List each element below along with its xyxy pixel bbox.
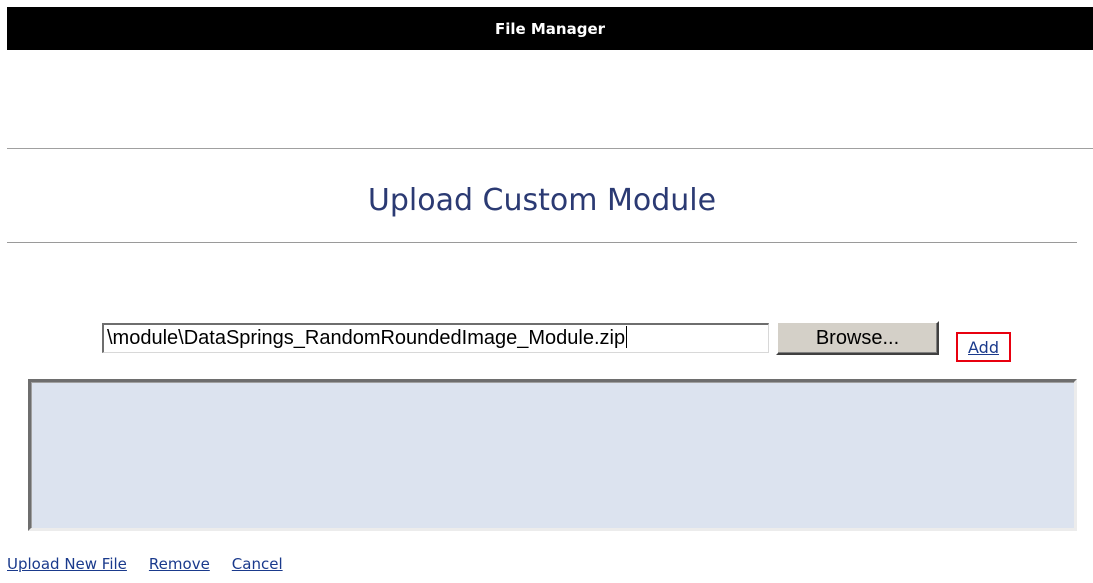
- file-path-value: \module\DataSprings_RandomRoundedImage_M…: [107, 327, 626, 349]
- section-title: Upload Custom Module: [367, 183, 717, 218]
- window-title-bar: File Manager: [7, 7, 1093, 50]
- remove-link[interactable]: Remove: [149, 555, 210, 577]
- text-caret: [626, 326, 628, 348]
- uploaded-files-list[interactable]: [28, 379, 1077, 531]
- section-divider: [7, 242, 1077, 243]
- add-link[interactable]: Add: [956, 332, 1011, 362]
- window-title: File Manager: [494, 19, 606, 38]
- file-path-input[interactable]: \module\DataSprings_RandomRoundedImage_M…: [102, 323, 769, 353]
- file-manager-page: File Manager Upload Custom Module \modul…: [0, 0, 1093, 583]
- top-divider: [7, 148, 1093, 149]
- upload-new-file-link[interactable]: Upload New File: [7, 555, 127, 577]
- browse-button[interactable]: Browse...: [776, 321, 939, 355]
- cancel-link[interactable]: Cancel: [232, 555, 283, 577]
- action-links: Upload New File Remove Cancel: [7, 555, 283, 577]
